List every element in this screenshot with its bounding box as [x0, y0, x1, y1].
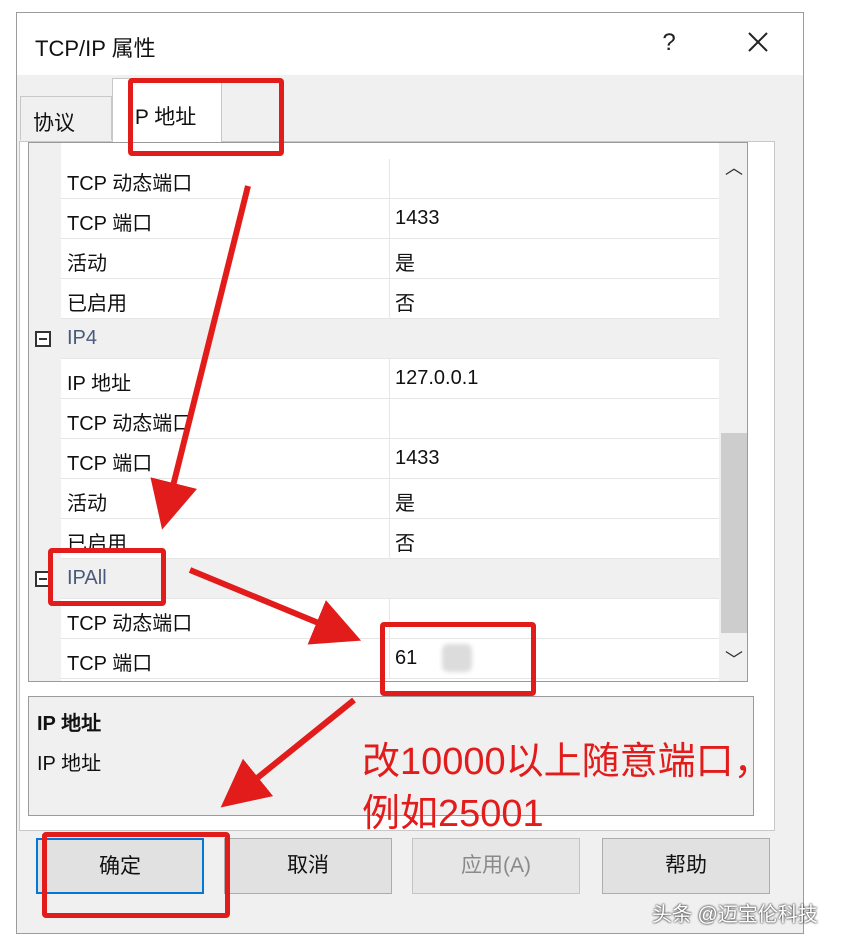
arrow-to-port [188, 567, 362, 645]
arrow-to-ipall [150, 185, 251, 530]
annotation-text: 改10000以上随意端口， 例如25001 [362, 736, 772, 840]
arrow-to-ok [220, 697, 356, 808]
annotation-line-1: 改10000以上随意端口， [362, 741, 772, 783]
annotation-line-2: 例如25001 [362, 793, 544, 835]
watermark: 头条 @迈宝伦科技 [652, 904, 818, 926]
